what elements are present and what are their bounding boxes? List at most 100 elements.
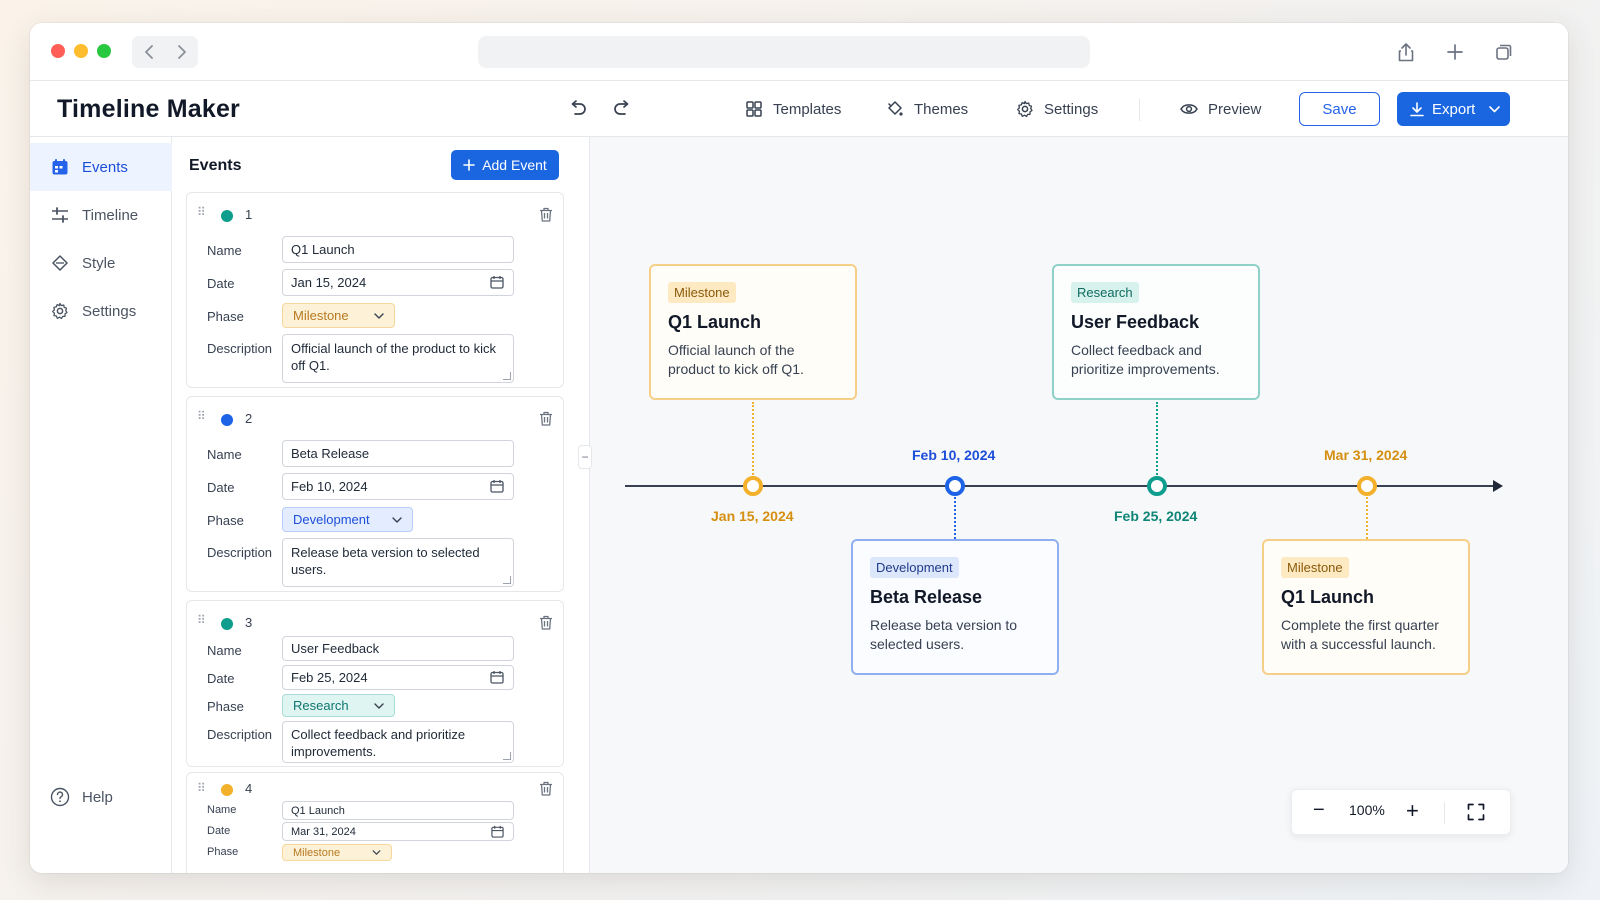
save-button[interactable]: Save <box>1299 92 1380 126</box>
timeline-card-4[interactable]: Milestone Q1 Launch Complete the first q… <box>1262 539 1470 675</box>
timeline-node-1[interactable] <box>743 476 763 496</box>
close-window-button[interactable] <box>51 44 65 58</box>
name-label: Name <box>207 804 237 816</box>
calendar-icon[interactable] <box>491 825 504 841</box>
event-description-textarea[interactable]: Release beta version to selected users. <box>282 538 514 587</box>
phase-select[interactable]: Development <box>282 507 413 532</box>
event-name-input[interactable]: User Feedback <box>282 636 514 661</box>
description-label: Description <box>207 341 273 356</box>
panel-collapse-handle[interactable]: − <box>578 445 592 469</box>
drag-handle-icon[interactable]: ⠿ <box>197 614 206 626</box>
eye-icon <box>1180 104 1198 114</box>
settings-button[interactable]: Settings <box>1016 97 1098 121</box>
themes-button[interactable]: Themes <box>886 97 968 121</box>
export-label: Export <box>1432 100 1476 118</box>
phase-select[interactable]: Milestone <box>282 303 395 328</box>
event-color-dot[interactable] <box>221 618 233 630</box>
tabs-overview-icon[interactable] <box>1492 40 1516 64</box>
connector-line <box>1366 497 1368 539</box>
sidebar-item-settings[interactable]: Settings <box>30 287 172 335</box>
timeline-card-title: Q1 Launch <box>1281 587 1375 607</box>
phase-badge: Research <box>1071 282 1139 303</box>
event-name-value: Beta Release <box>291 446 370 461</box>
zoom-control: − 100% + <box>1291 789 1511 835</box>
sidebar-item-style[interactable]: Style <box>30 239 172 287</box>
chevron-down-icon[interactable] <box>1489 105 1501 113</box>
event-number: 4 <box>245 781 253 796</box>
minimize-window-button[interactable] <box>74 44 88 58</box>
timeline-card-2[interactable]: Development Beta Release Release beta ve… <box>851 539 1059 675</box>
chevron-down-icon <box>374 702 384 709</box>
connector-line <box>954 497 956 539</box>
phase-select[interactable]: Research <box>282 694 395 717</box>
event-date-input[interactable]: Mar 31, 2024 <box>282 822 514 841</box>
timeline-card-1[interactable]: Milestone Q1 Launch Official launch of t… <box>649 264 857 400</box>
event-name-input[interactable]: Q1 Launch <box>282 801 514 820</box>
event-color-dot[interactable] <box>221 414 233 426</box>
address-bar[interactable] <box>478 36 1090 68</box>
phase-badge: Development <box>870 557 959 578</box>
event-color-dot[interactable] <box>221 784 233 796</box>
drag-handle-icon[interactable]: ⠿ <box>197 782 206 794</box>
calendar-icon[interactable] <box>490 275 504 292</box>
export-button[interactable]: Export <box>1397 92 1510 126</box>
fullscreen-icon[interactable] <box>1467 803 1485 824</box>
preview-button[interactable]: Preview <box>1180 97 1261 121</box>
zoom-out-button[interactable]: − <box>1313 799 1325 822</box>
help-icon <box>50 787 70 807</box>
drag-handle-icon[interactable]: ⠿ <box>197 410 206 422</box>
app-window: Timeline Maker Templates Themes Settings… <box>30 23 1568 873</box>
trash-icon[interactable] <box>539 781 553 801</box>
calendar-icon[interactable] <box>490 479 504 496</box>
gear-icon <box>50 301 70 321</box>
sidebar-item-events[interactable]: Events <box>30 143 172 191</box>
share-icon[interactable] <box>1394 40 1418 64</box>
timeline-node-2[interactable] <box>945 476 965 496</box>
timeline-card-3[interactable]: Research User Feedback Collect feedback … <box>1052 264 1260 400</box>
sidebar-item-label: Timeline <box>82 206 139 224</box>
event-description-textarea[interactable]: Official launch of the product to kick o… <box>282 334 514 383</box>
timeline-canvas: Milestone Q1 Launch Official launch of t… <box>590 137 1568 873</box>
drag-handle-icon[interactable]: ⠿ <box>197 206 206 218</box>
undo-icon[interactable] <box>566 97 590 121</box>
sidebar-item-timeline[interactable]: Timeline <box>30 191 172 239</box>
redo-icon[interactable] <box>610 97 634 121</box>
back-icon[interactable] <box>132 36 165 68</box>
event-name-input[interactable]: Beta Release <box>282 440 514 467</box>
event-card-header: ⠿ 1 <box>187 193 563 233</box>
event-date-input[interactable]: Feb 25, 2024 <box>282 665 514 690</box>
toolbar-divider <box>1139 99 1140 121</box>
timeline-card-description: Complete the first quarter with a succes… <box>1281 617 1439 652</box>
help-button[interactable]: Help <box>30 773 172 821</box>
templates-button[interactable]: Templates <box>745 97 841 121</box>
new-tab-icon[interactable] <box>1443 40 1467 64</box>
zoom-in-button[interactable]: + <box>1406 798 1419 824</box>
event-number: 3 <box>245 615 253 630</box>
event-color-dot[interactable] <box>221 210 233 222</box>
event-number: 2 <box>245 411 253 426</box>
timeline-card-description: Official launch of the product to kick o… <box>668 342 804 377</box>
chevron-down-icon <box>374 312 384 319</box>
maximize-window-button[interactable] <box>97 44 111 58</box>
zoom-divider <box>1444 802 1445 824</box>
date-label: Date <box>207 825 231 837</box>
trash-icon[interactable] <box>539 615 553 635</box>
event-date-input[interactable]: Feb 10, 2024 <box>282 473 514 500</box>
phase-select[interactable]: Milestone <box>282 844 392 861</box>
trash-icon[interactable] <box>539 411 553 431</box>
plus-icon <box>463 159 475 171</box>
event-name-input[interactable]: Q1 Launch <box>282 236 514 263</box>
preview-label: Preview <box>1208 100 1262 118</box>
event-description-textarea[interactable]: Collect feedback and prioritize improvem… <box>282 721 514 763</box>
nav-rail: Events Timeline Style Settings Help <box>30 137 172 873</box>
timeline-node-4[interactable] <box>1357 476 1377 496</box>
browser-chrome <box>30 23 1568 81</box>
timeline-card-title: Q1 Launch <box>668 312 762 332</box>
event-date-input[interactable]: Jan 15, 2024 <box>282 269 514 296</box>
trash-icon[interactable] <box>539 207 553 227</box>
add-event-button[interactable]: Add Event <box>451 150 559 180</box>
name-label: Name <box>207 447 242 462</box>
timeline-node-3[interactable] <box>1147 476 1167 496</box>
calendar-icon[interactable] <box>490 670 504 687</box>
forward-icon[interactable] <box>165 36 198 68</box>
